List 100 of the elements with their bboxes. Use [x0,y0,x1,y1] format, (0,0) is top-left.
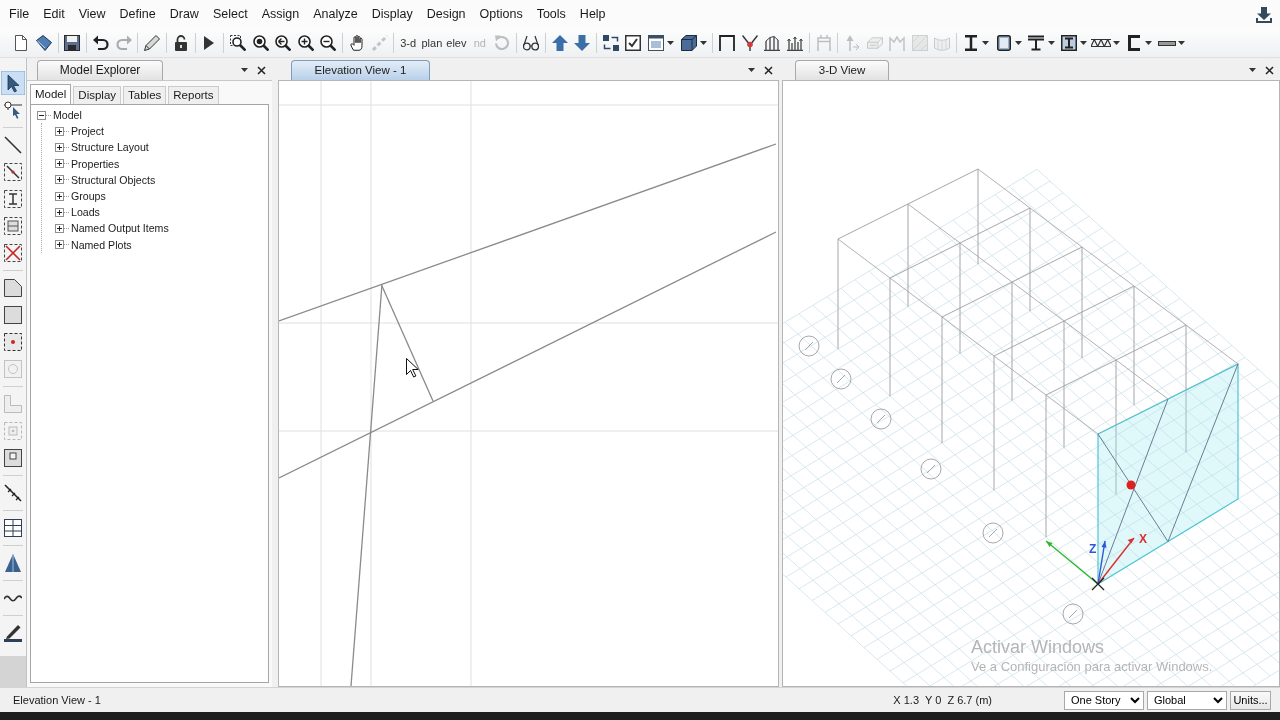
tick-line-icon[interactable] [4,483,22,502]
tilted-book-icon[interactable] [35,35,52,51]
view-text-button[interactable]: elev [444,33,469,53]
framed-box-icon[interactable] [4,448,22,467]
plus-box-icon[interactable] [55,142,64,152]
menu-item[interactable]: Tools [529,0,573,29]
menu-item[interactable]: Edit [36,0,72,29]
story-select[interactable]: One Story [1064,690,1144,710]
boxed-i-icon[interactable] [1060,35,1077,51]
tree-item[interactable]: Structural Objects [71,172,156,187]
undo-icon[interactable] [93,35,110,51]
tee-section-icon[interactable] [1028,35,1045,51]
menu-item[interactable]: Help [572,0,613,29]
zoom-out-icon[interactable] [320,35,337,51]
explorer-tab[interactable]: Display [73,86,122,104]
download-icon[interactable] [1256,6,1272,23]
tree-item[interactable]: Loads [71,205,100,220]
caret-icon[interactable] [1047,41,1055,45]
caret-icon[interactable] [241,68,248,72]
menu-item[interactable]: File [2,0,37,29]
save-icon[interactable] [64,35,81,51]
tree-item[interactable]: Project [71,124,104,139]
close-icon[interactable] [764,65,773,75]
new-page-icon[interactable] [15,35,28,51]
i-beam-icon[interactable] [965,35,978,51]
polygon-icon[interactable] [4,278,22,297]
caret-icon[interactable] [748,68,755,72]
close-icon[interactable] [1265,65,1274,75]
caret-icon[interactable] [1177,41,1185,45]
grid-icon[interactable] [4,518,22,537]
cube-icon[interactable] [680,35,697,51]
hand-icon[interactable] [350,35,364,51]
pointer-icon[interactable] [1,70,25,95]
plus-box-icon[interactable] [55,240,64,250]
menu-item[interactable]: Display [364,0,420,29]
explorer-tab[interactable]: Tables [123,86,167,104]
menu-item[interactable]: Define [112,0,163,29]
load-bars-icon[interactable] [786,35,803,51]
view-text-button[interactable]: 3-d [396,33,420,53]
caret-icon[interactable] [1112,41,1120,45]
tree-item[interactable]: Properties [71,156,120,171]
magnifier-icon[interactable] [252,35,269,51]
glasses-icon[interactable] [522,35,539,51]
line-icon[interactable] [4,135,22,154]
tree-item[interactable]: Named Plots [71,237,132,252]
tree-item[interactable]: Model [53,108,82,123]
down-arrow-icon[interactable] [574,35,591,51]
menu-item[interactable]: Assign [254,0,307,29]
cross-box-icon[interactable] [4,243,22,262]
plus-box-icon[interactable] [55,191,64,201]
caret-icon[interactable] [699,41,707,45]
menu-item[interactable]: Draw [162,0,206,29]
menu-item[interactable]: Analyze [306,0,365,29]
tree-item[interactable]: Structure Layout [71,140,149,155]
caret-icon[interactable] [1145,41,1153,45]
channel-icon[interactable] [1128,35,1141,51]
dashed-i-icon[interactable] [4,189,22,208]
minus-box-icon[interactable] [37,110,46,120]
play-icon[interactable] [204,36,215,50]
tree-item[interactable]: Named Output Items [71,221,169,236]
explorer-tab[interactable]: Model [30,84,72,104]
bar-columns-icon[interactable] [764,35,781,51]
cone-icon[interactable] [4,553,22,572]
plus-box-icon[interactable] [55,207,64,217]
pointer-joint-icon[interactable] [4,100,22,119]
truss-icon[interactable] [1091,39,1112,47]
portal-frame-icon[interactable] [719,35,736,51]
plus-box-icon[interactable] [55,159,64,169]
close-icon[interactable] [257,65,266,75]
pen-bar-icon[interactable] [4,623,22,642]
view-text-button[interactable]: plan [419,33,445,53]
tree-item[interactable]: Groups [71,189,106,204]
menu-item[interactable]: Options [472,0,530,29]
caret-icon[interactable] [1249,68,1256,72]
panel-title-tab[interactable]: Model Explorer [37,60,163,80]
vee-lines-icon[interactable] [741,35,758,51]
coordinate-system-select[interactable]: Global [1147,690,1227,710]
view-tab[interactable]: Elevation View - 1 [291,60,430,80]
zoom-in-icon[interactable] [297,35,314,51]
magnifier-square-icon[interactable] [230,35,247,51]
flat-bar-icon[interactable] [1157,40,1176,46]
caret-icon[interactable] [1080,41,1088,45]
up-arrow-icon[interactable] [551,35,568,51]
pencil-icon[interactable] [144,35,161,51]
menu-item[interactable]: View [71,0,113,29]
caret-icon[interactable] [982,41,990,45]
menu-item[interactable]: Design [419,0,473,29]
window-icon[interactable] [647,35,664,51]
caret-icon[interactable] [1014,41,1022,45]
rectangle-icon[interactable] [4,305,22,324]
plus-box-icon[interactable] [55,175,64,185]
tick-box-icon[interactable] [625,35,642,51]
rectangle-section-icon[interactable] [996,35,1011,51]
dashed-diagonal-icon[interactable] [4,162,22,181]
menu-item[interactable]: Select [205,0,255,29]
padlock-icon[interactable] [174,35,187,51]
explorer-tab[interactable]: Reports [168,86,219,104]
dashed-panel-icon[interactable] [4,216,22,235]
view-tab[interactable]: 3-D View [795,60,889,80]
grid-arrows-icon[interactable] [602,35,619,51]
